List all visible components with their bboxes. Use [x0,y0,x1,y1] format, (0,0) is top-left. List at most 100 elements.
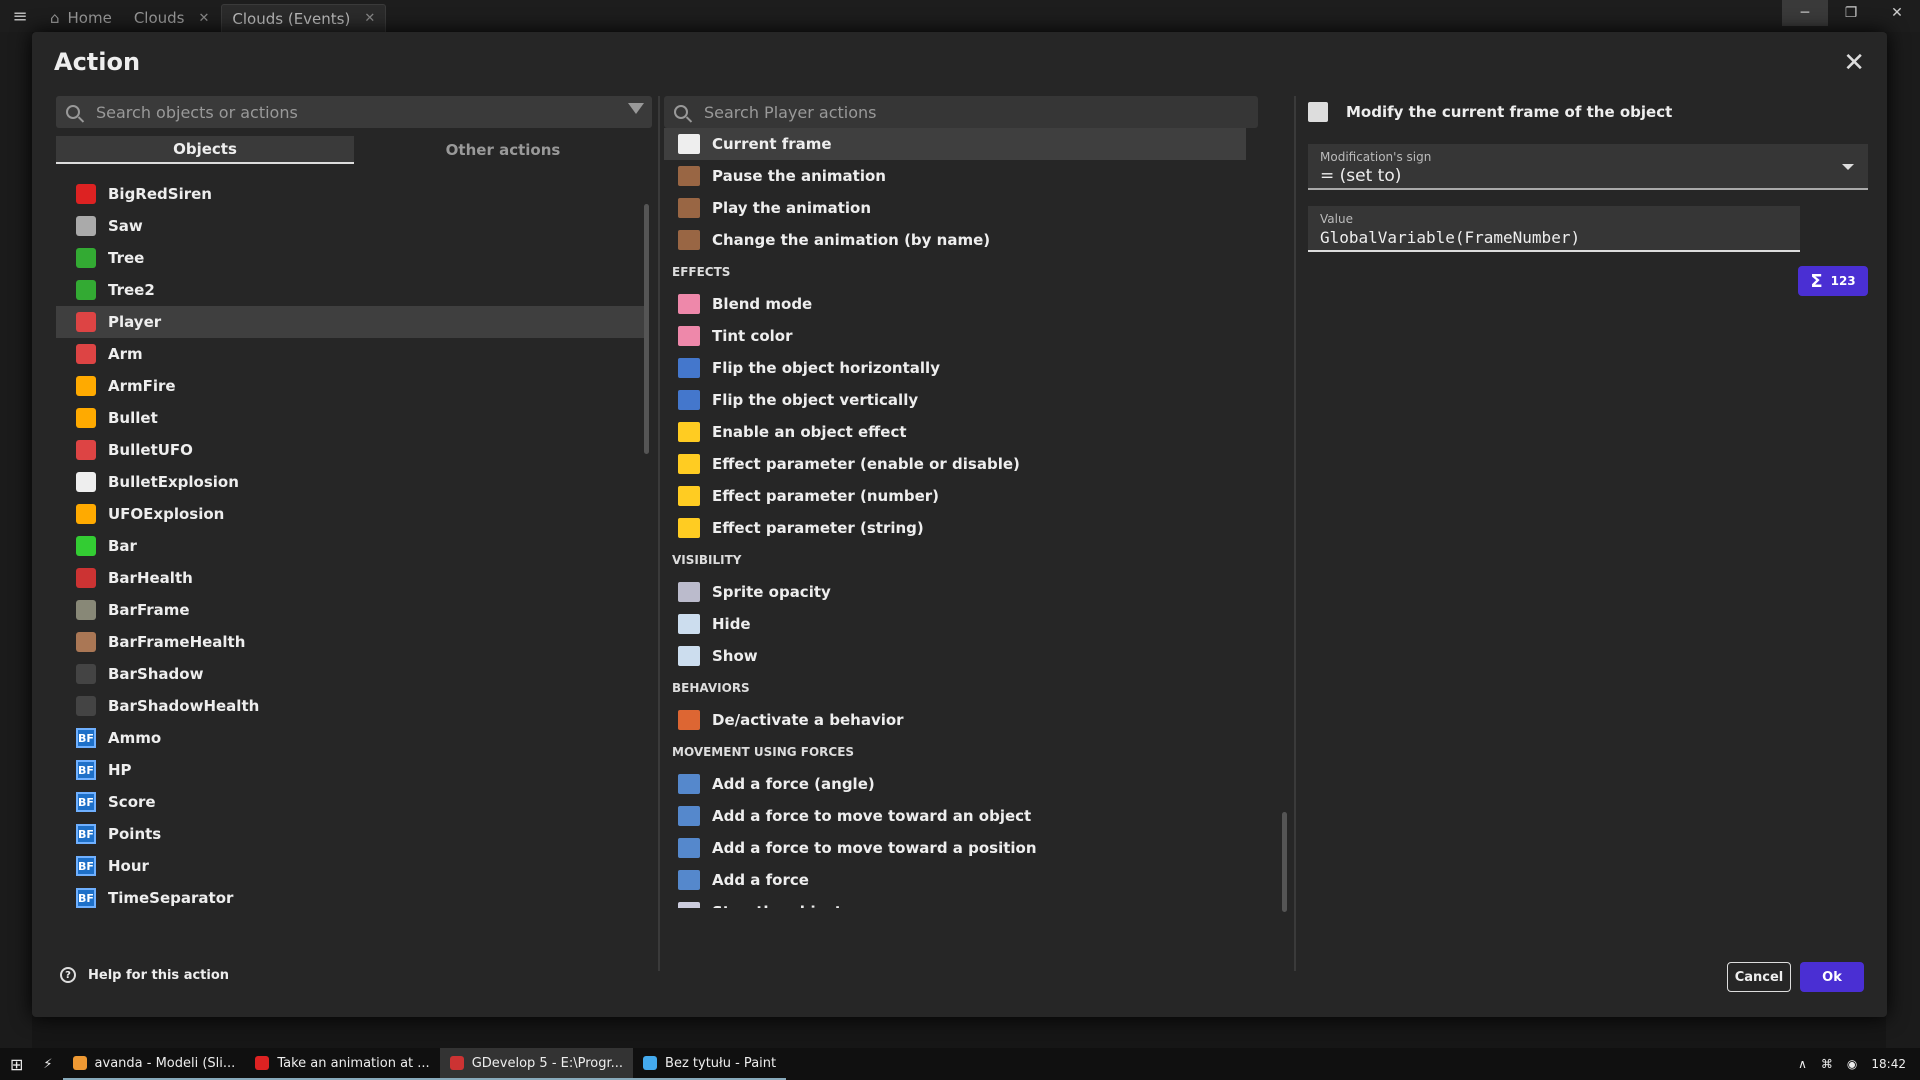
action-item[interactable]: Add a force to move toward a position [664,832,1246,864]
actions-scrollbar[interactable] [1282,812,1287,912]
action-item[interactable]: Change the animation (by name) [664,224,1246,256]
object-item[interactable]: Bar [56,530,646,562]
object-name: Tree2 [108,281,155,299]
object-item[interactable]: BarHealth [56,562,646,594]
modification-sign-select[interactable]: Modification's sign = (set to) [1308,144,1868,190]
object-item[interactable]: BF Score [56,786,646,818]
object-name: BulletUFO [108,441,193,459]
action-item[interactable]: Effect parameter (number) [664,480,1246,512]
action-item[interactable]: Add a force (angle) [664,768,1246,800]
action-item[interactable]: Add a force [664,864,1246,896]
object-item[interactable]: BF TimeSeparator [56,882,646,908]
tab-clouds[interactable]: Clouds ✕ [124,4,220,32]
object-icon [76,600,96,620]
cancel-button[interactable]: Cancel [1727,962,1791,992]
object-item[interactable]: BF Points [56,818,646,850]
object-item[interactable]: Tree2 [56,274,646,306]
object-icon [76,248,96,268]
object-item[interactable]: Bullet [56,402,646,434]
object-name: BarFrameHealth [108,633,246,651]
object-item[interactable]: BulletUFO [56,434,646,466]
action-icon [678,710,700,730]
taskbar-app[interactable]: Bez tytułu - Paint [633,1048,787,1080]
app-icon [72,1056,87,1070]
action-item[interactable]: Effect parameter (string) [664,512,1246,544]
action-item[interactable]: De/activate a behavior [664,704,1246,736]
action-icon [678,614,700,634]
action-icon [678,774,700,794]
category-header: MOVEMENT USING FORCES [672,745,855,759]
object-item[interactable]: BulletExplosion [56,466,646,498]
discord-icon[interactable]: ◉ [1847,1057,1857,1071]
pinned-app-icon[interactable]: ⚡ [33,1048,62,1080]
minimize-icon[interactable]: ─ [1782,0,1828,26]
object-item[interactable]: BarFrame [56,594,646,626]
action-item[interactable]: Hide [664,608,1246,640]
value-expression-field[interactable]: Value GlobalVariable(FrameNumber) [1308,206,1800,252]
action-list: Current frame Pause the animation Play the… [664,128,1246,908]
clock[interactable]: 18:42 [1871,1057,1906,1071]
gamepad-icon[interactable]: ⌘ [1821,1057,1833,1071]
action-item[interactable]: Current frame [664,128,1246,160]
object-item[interactable]: BarShadowHealth [56,690,646,722]
object-icon [76,184,96,204]
tab-other-actions[interactable]: Other actions [354,136,652,164]
objects-search-input[interactable]: Search objects or actions [56,96,652,128]
action-item[interactable]: Sprite opacity [664,576,1246,608]
object-item[interactable]: Saw [56,210,646,242]
action-item[interactable]: Blend mode [664,288,1246,320]
ok-button[interactable]: Ok [1800,962,1864,992]
expression-builder-button[interactable]: Σ 123 [1798,266,1868,296]
hamburger-menu-icon[interactable]: ≡ [0,0,40,32]
action-item[interactable]: Flip the object vertically [664,384,1246,416]
object-item[interactable]: BarShadow [56,658,646,690]
object-item[interactable]: BF Ammo [56,722,646,754]
window-close-icon[interactable]: ✕ [1874,0,1920,26]
object-item[interactable]: ArmFire [56,370,646,402]
object-item[interactable]: UFOExplosion [56,498,646,530]
action-item[interactable]: Pause the animation [664,160,1246,192]
close-tab-icon[interactable]: ✕ [199,11,210,26]
action-item[interactable]: Tint color [664,320,1246,352]
close-dialog-icon[interactable]: ✕ [1843,48,1865,78]
tab-home[interactable]: ⌂ Home [40,4,122,32]
action-item[interactable]: Enable an object effect [664,416,1246,448]
object-item[interactable]: Arm [56,338,646,370]
tab-clouds-events[interactable]: Clouds (Events) ✕ [221,4,387,32]
help-link[interactable]: ? Help for this action [60,967,229,983]
action-label: Add a force to move toward an object [712,807,1032,825]
start-button[interactable]: ⊞ [0,1048,33,1080]
taskbar-app[interactable]: Take an animation at ... [245,1048,440,1080]
action-item[interactable]: Stop the object [664,896,1246,908]
field-value[interactable]: GlobalVariable(FrameNumber) [1320,228,1788,247]
object-icon: BF [76,888,96,908]
action-label: Add a force to move toward a position [712,839,1037,857]
action-item[interactable]: Add a force to move toward an object [664,800,1246,832]
action-item[interactable]: Effect parameter (enable or disable) [664,448,1246,480]
action-icon [678,838,700,858]
home-icon: ⌂ [50,9,60,27]
object-item[interactable]: BarFrameHealth [56,626,646,658]
close-tab-icon[interactable]: ✕ [364,11,375,26]
object-item[interactable]: BF HP [56,754,646,786]
tab-objects[interactable]: Objects [56,136,354,164]
taskbar-app[interactable]: avanda - Modeli (Sli... [62,1048,246,1080]
action-item[interactable]: Flip the object horizontally [664,352,1246,384]
objects-panel: Search objects or actions Objects Other … [56,96,652,908]
object-item[interactable]: BigRedSiren [56,178,646,210]
restore-icon[interactable]: ❐ [1828,0,1874,26]
object-name: Player [108,313,162,331]
action-item[interactable]: Show [664,640,1246,672]
object-item[interactable]: Tree [56,242,646,274]
action-icon [678,454,700,474]
actions-search-input[interactable]: Search Player actions [664,96,1258,128]
filter-icon[interactable] [628,103,644,114]
action-item[interactable]: Play the animation [664,192,1246,224]
taskbar-app[interactable]: GDevelop 5 - E:\Progr... [439,1048,634,1080]
object-item[interactable]: Player [56,306,646,338]
action-icon [678,486,700,506]
tray-chevron-icon[interactable]: ∧ [1798,1057,1807,1071]
object-item[interactable]: BF Hour [56,850,646,882]
objects-scrollbar[interactable] [644,204,649,454]
object-icon [76,216,96,236]
